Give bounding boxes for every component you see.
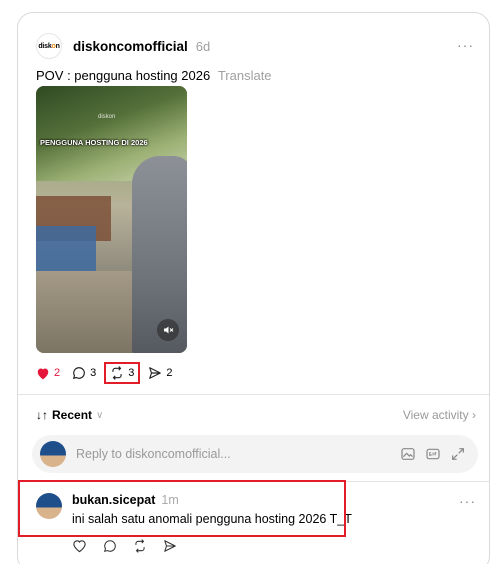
- speech-bubble-icon[interactable]: [103, 539, 117, 553]
- comment-count: 3: [90, 367, 97, 379]
- translate-link[interactable]: Translate: [218, 68, 272, 83]
- send-icon[interactable]: [163, 539, 177, 553]
- reply-tools: [400, 446, 466, 462]
- post-actions: 2 3 3 2: [36, 362, 185, 384]
- image-icon[interactable]: [400, 446, 416, 462]
- post-caption: POV : pengguna hosting 2026 Translate: [36, 68, 272, 83]
- chevron-right-icon: ›: [472, 408, 476, 422]
- reply-input[interactable]: Reply to diskoncomofficial...: [76, 447, 231, 461]
- brand-avatar[interactable]: disk o n: [36, 33, 62, 59]
- comment-button[interactable]: 3: [72, 366, 96, 380]
- share-button[interactable]: 2: [148, 366, 173, 380]
- logo-text-end: n: [55, 42, 60, 50]
- share-count: 2: [166, 367, 173, 379]
- post-header: disk o n diskoncomofficial 6d ···: [36, 33, 476, 59]
- video-overlay-text: PENGGUNA HOSTING DI 2026: [40, 138, 148, 147]
- mute-button[interactable]: [157, 319, 179, 341]
- sort-row: ↓↑ Recent ∨ View activity ›: [36, 407, 476, 423]
- repost-icon[interactable]: [133, 539, 147, 553]
- sort-arrows-icon: ↓↑: [36, 408, 48, 422]
- user-avatar: [40, 441, 66, 467]
- gif-icon[interactable]: [425, 446, 441, 462]
- comment-actions: [72, 539, 177, 553]
- like-count: 2: [54, 367, 61, 379]
- expand-icon[interactable]: [450, 446, 466, 462]
- speaker-muted-icon: [164, 326, 174, 334]
- chevron-down-icon[interactable]: ∨: [96, 410, 103, 421]
- divider: [18, 394, 489, 395]
- speech-bubble-icon: [73, 367, 85, 380]
- post-time[interactable]: 6d: [196, 39, 210, 54]
- reply-input-box[interactable]: Reply to diskoncomofficial...: [32, 435, 478, 473]
- logo-text: disk: [38, 42, 52, 50]
- like-button[interactable]: 2: [36, 367, 60, 380]
- post-username[interactable]: diskoncomofficial: [73, 39, 188, 54]
- more-options-icon[interactable]: ···: [459, 493, 476, 509]
- send-icon: [149, 367, 162, 379]
- caption-text: POV : pengguna hosting 2026: [36, 68, 211, 83]
- repost-button[interactable]: 3: [104, 362, 141, 384]
- heart-filled-icon: [37, 368, 49, 379]
- video-watermark: diskon: [98, 114, 116, 120]
- post-video[interactable]: diskon PENGGUNA HOSTING DI 2026: [36, 86, 187, 353]
- view-activity-label: View activity: [402, 408, 469, 422]
- view-activity-link[interactable]: View activity ›: [403, 408, 476, 422]
- more-options-icon[interactable]: ···: [457, 37, 474, 53]
- repost-icon: [112, 366, 122, 380]
- sort-dropdown[interactable]: Recent: [52, 408, 92, 422]
- video-scene-wall: [36, 226, 96, 271]
- comment-highlight-box: [18, 480, 346, 537]
- repost-count: 3: [128, 367, 135, 379]
- heart-icon[interactable]: [72, 539, 87, 553]
